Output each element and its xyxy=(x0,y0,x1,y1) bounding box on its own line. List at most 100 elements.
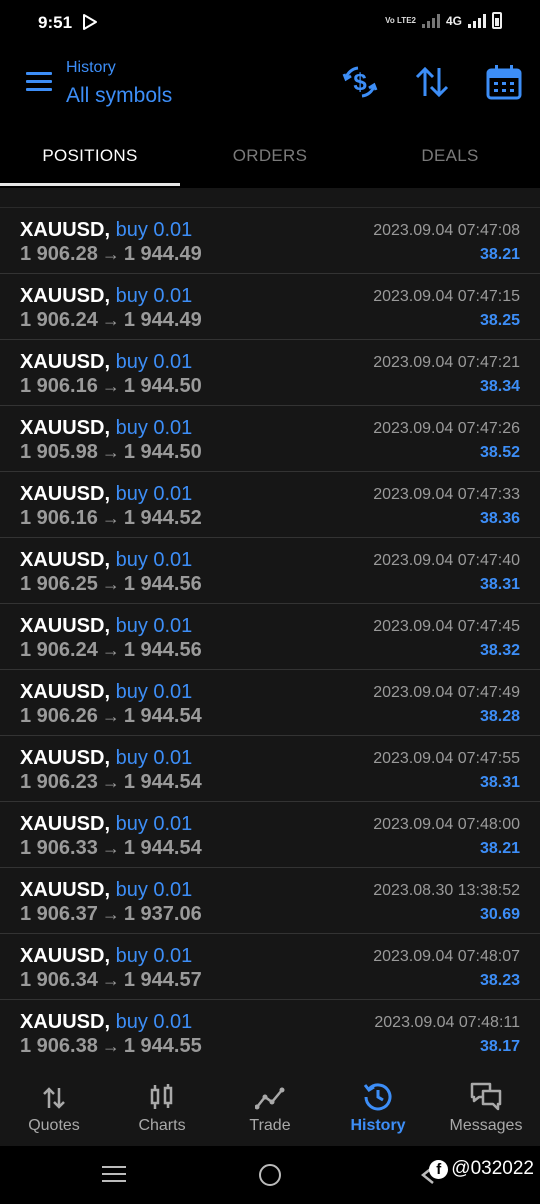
position-row[interactable]: XAUUSD, buy 0.01 1 906.26 → 1 944.54 2023.09… xyxy=(0,670,540,736)
close-price: 1 944.52 xyxy=(123,507,202,529)
position-symbol: XAUUSD, buy 0.01 xyxy=(20,615,192,638)
position-prices: 1 906.16 → 1 944.50 xyxy=(20,375,202,398)
nav-charts-label: Charts xyxy=(138,1117,186,1134)
position-row[interactable]: XAUUSD, buy 0.01 1 906.33 → 1 944.54 2023.09… xyxy=(0,802,540,868)
position-row[interactable]: XAUUSD, buy 0.01 1 906.24 → 1 944.56 2023.09… xyxy=(0,604,540,670)
position-row[interactable]: XAUUSD, buy 0.01 1 906.16 → 1 944.52 2023.09… xyxy=(0,472,540,538)
position-profit: 38.25 xyxy=(479,312,520,329)
position-profit: 38.28 xyxy=(479,708,520,725)
arrow-right-icon: → xyxy=(101,1036,120,1056)
calendar-icon[interactable] xyxy=(486,64,522,100)
open-price: 1 906.16 xyxy=(20,507,98,529)
positions-rows: XAUUSD, buy 0.01 1 906.28 → 1 944.49 2023.09… xyxy=(0,208,540,1061)
close-price: 1 944.50 xyxy=(123,375,202,397)
symbol-name: XAUUSD, xyxy=(20,285,111,307)
open-price: 1 906.34 xyxy=(20,969,98,991)
position-side: buy 0.01 xyxy=(115,615,193,637)
position-time: 2023.08.30 13:38:52 xyxy=(373,882,520,899)
menu-icon[interactable] xyxy=(26,72,52,92)
list-spacer xyxy=(0,188,540,208)
position-time: 2023.09.04 07:47:26 xyxy=(373,420,520,437)
watermark-text: @032022 xyxy=(451,1158,534,1179)
position-row[interactable]: XAUUSD, buy 0.01 1 905.98 → 1 944.50 2023.09… xyxy=(0,406,540,472)
nav-charts[interactable]: Charts xyxy=(108,1061,216,1146)
tab-orders[interactable]: ORDERS xyxy=(180,128,360,188)
position-side: buy 0.01 xyxy=(115,879,193,901)
system-navigation-bar: f @032022 xyxy=(0,1146,540,1204)
position-prices: 1 906.37 → 1 937.06 xyxy=(20,903,202,926)
close-price: 1 944.50 xyxy=(123,441,202,463)
position-row[interactable]: XAUUSD, buy 0.01 1 906.24 → 1 944.49 2023.09… xyxy=(0,274,540,340)
positions-list[interactable]: XAUUSD, buy 0.01 1 906.28 → 1 944.49 2023.09… xyxy=(0,188,540,1061)
nav-trade[interactable]: Trade xyxy=(216,1061,324,1146)
position-side: buy 0.01 xyxy=(115,417,193,439)
position-row[interactable]: XAUUSD, buy 0.01 1 906.38 → 1 944.55 2023.09… xyxy=(0,1000,540,1061)
symbol-name: XAUUSD, xyxy=(20,879,111,901)
close-price: 1 944.54 xyxy=(123,771,202,793)
tab-deals[interactable]: DEALS xyxy=(360,128,540,188)
nav-history[interactable]: History xyxy=(324,1061,432,1146)
position-profit: 38.31 xyxy=(479,774,520,791)
position-time: 2023.09.04 07:47:40 xyxy=(373,552,520,569)
play-store-icon xyxy=(83,14,97,30)
position-side: buy 0.01 xyxy=(115,351,193,373)
open-price: 1 906.33 xyxy=(20,837,98,859)
position-side: buy 0.01 xyxy=(115,747,193,769)
sort-icon[interactable] xyxy=(414,64,450,100)
close-price: 1 937.06 xyxy=(123,903,202,925)
arrow-right-icon: → xyxy=(101,574,120,594)
symbol-name: XAUUSD, xyxy=(20,813,111,835)
position-profit: 38.52 xyxy=(479,444,520,461)
nav-quotes[interactable]: Quotes xyxy=(0,1061,108,1146)
position-prices: 1 906.24 → 1 944.56 xyxy=(20,639,202,662)
position-profit: 38.32 xyxy=(479,642,520,659)
position-side: buy 0.01 xyxy=(115,813,193,835)
open-price: 1 906.26 xyxy=(20,705,98,727)
position-side: buy 0.01 xyxy=(115,945,193,967)
position-symbol: XAUUSD, buy 0.01 xyxy=(20,219,192,242)
position-prices: 1 906.16 → 1 944.52 xyxy=(20,507,202,530)
arrow-right-icon: → xyxy=(101,310,120,330)
arrow-right-icon: → xyxy=(101,772,120,792)
position-profit: 38.34 xyxy=(479,378,520,395)
position-profit: 30.69 xyxy=(479,906,520,923)
nav-messages[interactable]: Messages xyxy=(432,1061,540,1146)
watermark: f @032022 xyxy=(429,1158,534,1180)
position-side: buy 0.01 xyxy=(115,681,193,703)
open-price: 1 905.98 xyxy=(20,441,98,463)
tab-positions[interactable]: POSITIONS xyxy=(0,128,180,188)
close-price: 1 944.49 xyxy=(123,243,202,265)
position-row[interactable]: XAUUSD, buy 0.01 1 906.16 → 1 944.50 2023.09… xyxy=(0,340,540,406)
symbol-selector[interactable]: All symbols xyxy=(66,84,172,108)
position-row[interactable]: XAUUSD, buy 0.01 1 906.28 → 1 944.49 2023.09… xyxy=(0,208,540,274)
symbol-name: XAUUSD, xyxy=(20,615,111,637)
close-price: 1 944.55 xyxy=(123,1035,202,1057)
position-side: buy 0.01 xyxy=(115,483,193,505)
bottom-navigation: Quotes Charts Trade History Messages xyxy=(0,1061,540,1146)
position-profit: 38.21 xyxy=(479,246,520,263)
home-icon[interactable] xyxy=(259,1164,281,1186)
app-header: History All symbols $ xyxy=(0,44,540,128)
symbol-name: XAUUSD, xyxy=(20,747,111,769)
position-row[interactable]: XAUUSD, buy 0.01 1 906.34 → 1 944.57 2023.09… xyxy=(0,934,540,1000)
status-indicators: Vo LTE2 4G xyxy=(385,12,502,29)
close-price: 1 944.54 xyxy=(123,837,202,859)
arrow-right-icon: → xyxy=(101,376,120,396)
trade-icon xyxy=(255,1087,285,1110)
header-subtitle: History xyxy=(66,59,116,76)
position-prices: 1 906.38 → 1 944.55 xyxy=(20,1035,202,1058)
symbol-name: XAUUSD, xyxy=(20,681,111,703)
symbol-name: XAUUSD, xyxy=(20,483,111,505)
position-row[interactable]: XAUUSD, buy 0.01 1 906.37 → 1 937.06 2023.08… xyxy=(0,868,540,934)
battery-icon xyxy=(492,12,502,29)
arrow-right-icon: → xyxy=(101,706,120,726)
position-prices: 1 906.33 → 1 944.54 xyxy=(20,837,202,860)
status-bar: 9:51 Vo LTE2 4G xyxy=(0,0,540,44)
close-price: 1 944.56 xyxy=(123,573,202,595)
position-symbol: XAUUSD, buy 0.01 xyxy=(20,747,192,770)
position-row[interactable]: XAUUSD, buy 0.01 1 906.25 → 1 944.56 2023.09… xyxy=(0,538,540,604)
charts-icon xyxy=(150,1084,173,1109)
currency-exchange-icon[interactable]: $ xyxy=(342,64,378,100)
position-row[interactable]: XAUUSD, buy 0.01 1 906.23 → 1 944.54 2023.09… xyxy=(0,736,540,802)
recent-apps-icon[interactable] xyxy=(102,1166,126,1187)
